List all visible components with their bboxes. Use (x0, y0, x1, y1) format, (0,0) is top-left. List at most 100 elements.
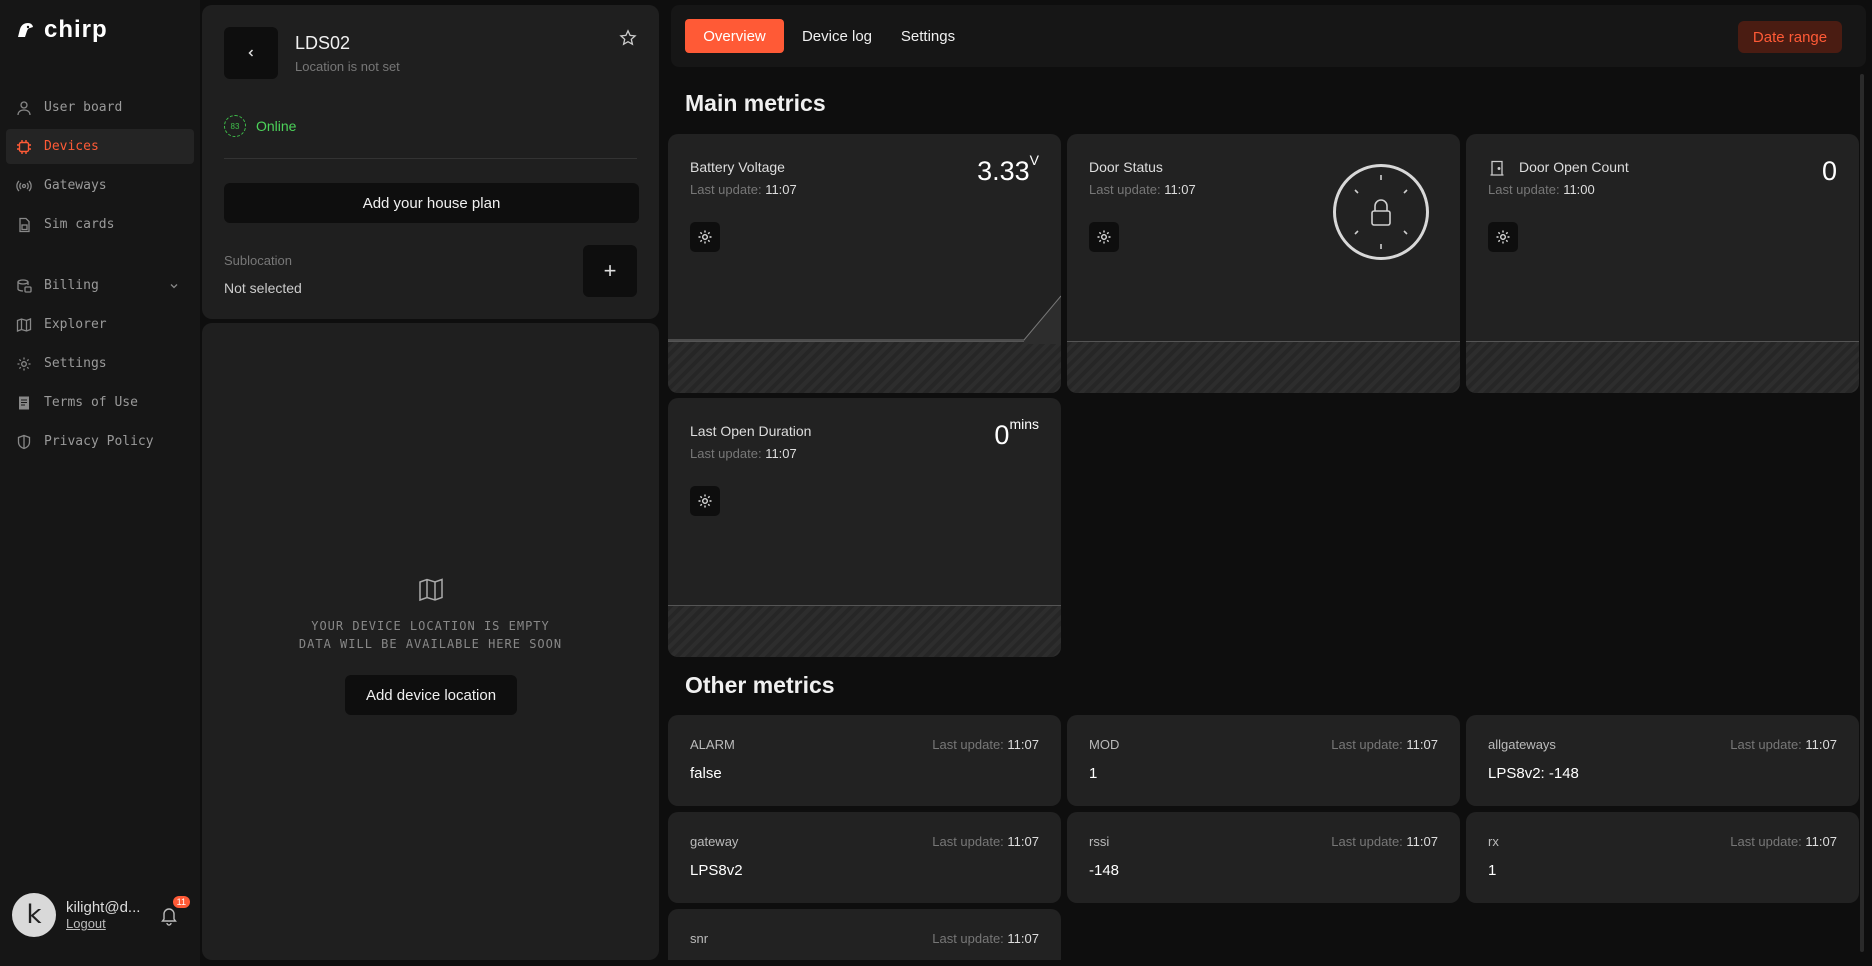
chevron-down-icon (170, 283, 178, 288)
sidebar-item-label: Devices (44, 139, 99, 154)
empty-location-line2: DATA WILL BE AVAILABLE HERE SOON (298, 637, 563, 651)
other-metric-time: 11:07 (1007, 931, 1039, 946)
sidebar-item-explorer[interactable]: Explorer (6, 307, 194, 342)
other-metric-card: ALARM Last update: 11:07 false (668, 715, 1061, 806)
metric-card-battery-voltage: Battery Voltage Last update: 11:07 3.33V (668, 134, 1061, 393)
metric-value: 0mins (994, 416, 1039, 451)
other-metric-last-update: Last update: 11:07 (1331, 834, 1438, 849)
user-name: kilight@d... (66, 899, 141, 916)
metric-time: 11:07 (765, 446, 797, 461)
metric-last-update: Last update: 11:07 (690, 182, 797, 197)
other-metric-value: LPS8v2 (690, 862, 743, 879)
sublocation-value: Not selected (224, 280, 302, 296)
avatar[interactable]: k (12, 893, 56, 937)
date-range-button[interactable]: Date range (1738, 21, 1842, 53)
metric-settings-button[interactable] (1089, 222, 1119, 252)
other-metric-card: rx Last update: 11:07 1 (1466, 812, 1859, 903)
other-metric-name: snr (690, 931, 709, 946)
sidebar-item-sim-cards[interactable]: Sim cards (6, 207, 194, 242)
add-house-plan-button[interactable]: Add your house plan (224, 183, 639, 223)
empty-location-line1: YOUR DEVICE LOCATION IS EMPTY (311, 619, 550, 633)
logout-link[interactable]: Logout (66, 916, 144, 931)
other-metric-time: 11:07 (1406, 834, 1438, 849)
other-metric-time: 11:07 (1007, 737, 1039, 752)
sidebar-item-label: Settings (44, 356, 107, 371)
user-icon (17, 100, 31, 115)
device-location: Location is not set (295, 59, 400, 74)
metric-name: Last Open Duration (690, 423, 812, 439)
device-name: LDS02 (295, 33, 351, 53)
metric-settings-button[interactable] (1488, 222, 1518, 252)
metric-name: Battery Voltage (690, 159, 785, 175)
tab-bar: Overview Device log Settings Date range (671, 5, 1866, 67)
metric-chart-area (668, 341, 1061, 393)
metric-settings-button[interactable] (690, 486, 720, 516)
metric-value: 0 (1822, 156, 1837, 187)
tab-settings[interactable]: Settings (890, 19, 966, 53)
metric-value-number: 0 (994, 420, 1010, 450)
tab-device-log[interactable]: Device log (794, 19, 880, 53)
user-text: kilight@d... Logout (66, 899, 144, 931)
logo[interactable]: chirp (16, 16, 108, 44)
sublocation-label: Sublocation (224, 253, 292, 268)
other-metric-name: gateway (690, 834, 739, 849)
other-metric-time: 11:07 (1805, 737, 1837, 752)
favorite-star-icon[interactable] (619, 29, 637, 47)
sidebar-item-devices[interactable]: Devices (6, 129, 194, 164)
last-update-label: Last update: (1730, 737, 1802, 752)
metric-value-number: 0 (1821, 156, 1837, 186)
device-info-card: LDS02 Location is not set 83 Online Add … (202, 5, 659, 319)
back-button[interactable] (224, 27, 278, 79)
sidebar-item-label: Privacy Policy (44, 434, 154, 449)
add-device-location-button[interactable]: Add device location (345, 675, 517, 715)
billing-icon (17, 278, 32, 293)
map-icon (419, 578, 443, 602)
metric-settings-button[interactable] (690, 222, 720, 252)
main-scrollbar[interactable] (1860, 74, 1864, 952)
device-status: 83 Online (224, 115, 296, 137)
document-icon (19, 396, 29, 409)
sidebar-nav: User board Devices Gateways Sim cards Bi… (6, 90, 194, 463)
antenna-icon (16, 180, 32, 191)
metric-time: 11:00 (1563, 182, 1595, 197)
sidebar-item-billing[interactable]: Billing (6, 268, 194, 303)
main-metrics-title: Main metrics (685, 90, 826, 116)
sidebar-item-privacy[interactable]: Privacy Policy (6, 424, 194, 459)
gear-icon (17, 357, 31, 370)
metric-chart-area (1466, 341, 1859, 393)
notification-badge: 11 (172, 896, 190, 908)
sidebar-item-label: Sim cards (44, 217, 115, 232)
other-metric-value: 1 (1089, 765, 1098, 782)
tab-overview[interactable]: Overview (685, 19, 784, 53)
last-update-label: Last update: (1331, 737, 1403, 752)
sidebar: chirp User board Devices Gateways Sim ca… (0, 0, 200, 966)
device-location-card: YOUR DEVICE LOCATION IS EMPTY DATA WILL … (202, 323, 659, 960)
add-sublocation-button[interactable]: + (583, 245, 637, 297)
sidebar-item-gateways[interactable]: Gateways (6, 168, 194, 203)
last-update-label: Last update: (932, 834, 1004, 849)
notifications-button[interactable]: 11 (158, 896, 190, 926)
other-metric-last-update: Last update: 11:07 (1331, 737, 1438, 752)
other-metric-time: 11:07 (1406, 737, 1438, 752)
last-update-label: Last update: (690, 446, 762, 461)
sidebar-item-settings[interactable]: Settings (6, 346, 194, 381)
sidebar-item-label: Terms of Use (44, 395, 138, 410)
other-metric-time: 11:07 (1805, 834, 1837, 849)
metric-card-door-open-count: Door Open Count Last update: 11:00 0 (1466, 134, 1859, 393)
status-code: 83 (224, 115, 246, 137)
map-icon (16, 317, 32, 332)
metric-time: 11:07 (765, 182, 797, 197)
other-metric-name: ALARM (690, 737, 735, 752)
last-update-label: Last update: (1331, 834, 1403, 849)
sidebar-item-label: Billing (44, 278, 99, 293)
gear-icon (698, 494, 712, 508)
sidebar-item-terms[interactable]: Terms of Use (6, 385, 194, 420)
other-metric-name: MOD (1089, 737, 1120, 752)
other-metric-name: rx (1488, 834, 1499, 849)
chip-icon (17, 139, 31, 154)
sidebar-item-user-board[interactable]: User board (6, 90, 194, 125)
battery-sparkline (668, 295, 1061, 344)
metric-time: 11:07 (1164, 182, 1196, 197)
last-update-label: Last update: (1089, 182, 1161, 197)
other-metrics-title: Other metrics (685, 672, 835, 698)
